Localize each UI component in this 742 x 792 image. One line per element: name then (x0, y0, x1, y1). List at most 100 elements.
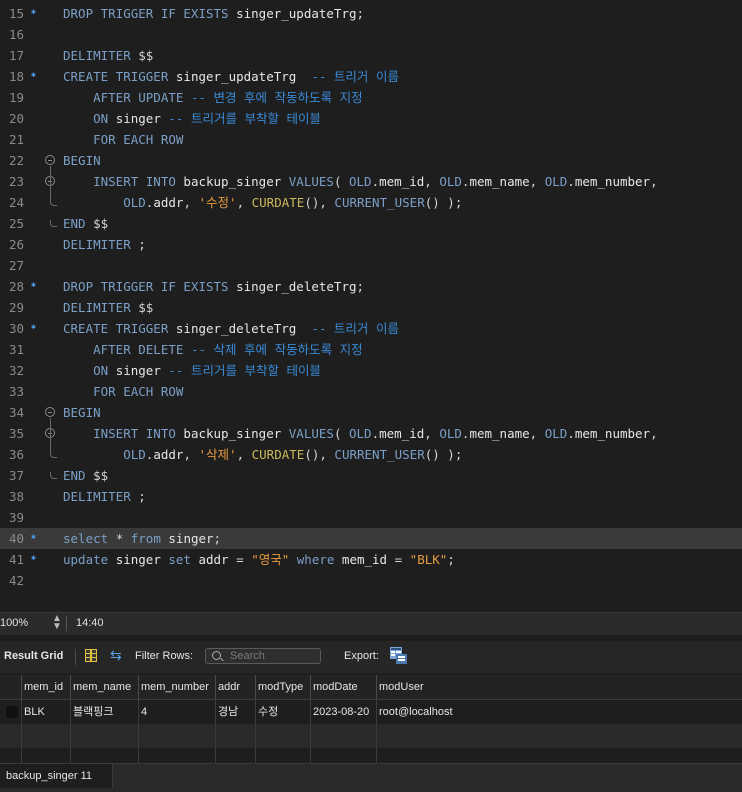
search-icon (212, 651, 221, 660)
filter-search-box[interactable] (205, 648, 321, 664)
code-line[interactable]: 27 (0, 255, 742, 276)
token: OLD (544, 174, 568, 189)
table-cell[interactable] (310, 724, 376, 748)
code-line[interactable]: 24 OLD.addr, '수정', CURDATE(), CURRENT_US… (0, 192, 742, 213)
token: , (236, 447, 252, 462)
code-line[interactable]: 34 BEGIN (0, 402, 742, 423)
code-line[interactable]: 17 DELIMITER $$ (0, 45, 742, 66)
code-line[interactable]: 36 OLD.addr, '삭제', CURDATE(), CURRENT_US… (0, 444, 742, 465)
line-number: 36 (8, 447, 24, 462)
table-cell[interactable] (255, 724, 310, 748)
table-cell[interactable]: 2023-08-20 (310, 700, 376, 724)
code-text: update singer set addr = "영국" where mem_… (63, 549, 455, 570)
code-text: OLD.addr, '삭제', CURDATE(), CURRENT_USER(… (63, 444, 462, 465)
table-cell[interactable] (138, 724, 215, 748)
row-selector[interactable] (6, 706, 18, 718)
code-line[interactable]: 18 CREATE TRIGGER singer_updateTrg -- 트리거… (0, 66, 742, 87)
code-line[interactable]: 29 DELIMITER $$ (0, 297, 742, 318)
code-line[interactable]: 30 CREATE TRIGGER singer_deleteTrg -- 트리거… (0, 318, 742, 339)
code-line[interactable]: 35 INSERT INTO backup_singer VALUES( OLD… (0, 423, 742, 444)
table-cell[interactable] (70, 724, 138, 748)
code-line[interactable]: 38 DELIMITER ; (0, 486, 742, 507)
table-row[interactable] (0, 724, 742, 748)
table-cell[interactable]: 경남 (215, 700, 255, 724)
token: BEGIN (63, 405, 101, 420)
token: . (371, 426, 380, 441)
statement-marker-icon[interactable] (31, 324, 38, 331)
code-line[interactable]: 39 (0, 507, 742, 528)
column-header-addr[interactable]: addr (215, 675, 255, 699)
column-header-modDate[interactable]: modDate (310, 675, 376, 699)
code-line[interactable]: 15 DROP TRIGGER IF EXISTS singer_updateTr… (0, 3, 742, 24)
token: -- 삭제 후에 작동하도록 지정 (190, 342, 363, 357)
code-line[interactable]: 23 INSERT INTO backup_singer VALUES( OLD… (0, 171, 742, 192)
statement-marker-icon[interactable] (31, 9, 38, 16)
column-header-mem-name[interactable]: mem_name (70, 675, 138, 699)
token: . (567, 426, 575, 441)
code-line[interactable]: 28 DROP TRIGGER IF EXISTS singer_deleteTr… (0, 276, 742, 297)
line-number: 42 (8, 573, 24, 588)
code-line[interactable]: 41 update singer set addr = "영국" where me… (0, 549, 742, 570)
line-number: 33 (8, 384, 24, 399)
filter-search-input[interactable] (230, 649, 318, 663)
refresh-icon[interactable]: ⇆ (110, 647, 122, 664)
column-header-mem-id[interactable]: mem_id (21, 675, 70, 699)
statement-marker-icon[interactable] (31, 534, 38, 541)
token: INSERT INTO (63, 174, 184, 189)
code-line[interactable]: 22 BEGIN (0, 150, 742, 171)
token: singer_updateTrg (236, 6, 357, 21)
code-line[interactable]: 25 END $$ (0, 213, 742, 234)
column-header-mem-number[interactable]: mem_number (138, 675, 215, 699)
table-cell[interactable]: 4 (138, 700, 215, 724)
result-grid-title[interactable]: Result Grid (4, 650, 63, 662)
grid-layout-icon[interactable] (85, 649, 97, 662)
token: DELIMITER (63, 489, 139, 504)
token: mem_id (379, 174, 425, 189)
table-row[interactable]: BLK 블랙핑크 4 경남 수정 2023-08-20 root@localhost (0, 700, 742, 724)
table-cell[interactable]: root@localhost (376, 700, 466, 724)
code-line[interactable]: 21 FOR EACH ROW (0, 129, 742, 150)
token: DELIMITER (63, 48, 139, 63)
sql-editor[interactable]: 15 DROP TRIGGER IF EXISTS singer_updateTr… (0, 0, 742, 612)
statement-marker-icon[interactable] (31, 72, 38, 79)
token: = (236, 552, 252, 567)
statement-marker-icon[interactable] (31, 282, 38, 289)
code-line[interactable]: 16 (0, 24, 742, 45)
code-line[interactable]: 37 END $$ (0, 465, 742, 486)
code-line[interactable]: 20 ON singer -- 트리거를 부착할 테이블 (0, 108, 742, 129)
token: ; (138, 489, 146, 504)
code-line[interactable]: 42 (0, 570, 742, 591)
column-header-modType[interactable]: modType (255, 675, 310, 699)
table-cell[interactable]: 수정 (255, 700, 310, 724)
code-text: END $$ (63, 465, 108, 486)
line-number: 17 (8, 48, 24, 63)
code-text: DELIMITER ; (63, 486, 146, 507)
result-grid[interactable]: mem_id mem_name mem_number addr modType modDa… (0, 675, 742, 772)
code-line[interactable]: 31 AFTER DELETE -- 삭제 후에 작동하도록 지정 (0, 339, 742, 360)
export-icon[interactable] (390, 647, 407, 664)
token: ; (356, 6, 365, 21)
column-header-modUser[interactable]: modUser (376, 675, 466, 699)
table-cell[interactable]: BLK (21, 700, 70, 724)
token: from (130, 531, 169, 546)
line-number: 21 (8, 132, 24, 147)
fold-toggle-icon[interactable] (45, 407, 55, 417)
fold-toggle-icon[interactable] (45, 155, 55, 165)
code-text: CREATE TRIGGER singer_deleteTrg -- 트리거 이… (63, 318, 399, 339)
zoom-level[interactable]: 100% (0, 617, 28, 629)
zoom-stepper-icon[interactable]: ▲ ▼ (52, 614, 62, 632)
token: ON (63, 363, 116, 378)
statement-marker-icon[interactable] (31, 555, 38, 562)
code-line[interactable]: 19 AFTER UPDATE -- 변경 후에 작동하도록 지정 (0, 87, 742, 108)
code-text: INSERT INTO backup_singer VALUES( OLD.me… (63, 423, 658, 444)
code-line[interactable]: 26 DELIMITER ; (0, 234, 742, 255)
tab-backup-singer[interactable]: backup_singer 11 (0, 764, 113, 788)
code-line[interactable]: 40 select * from singer; (0, 528, 742, 549)
code-line[interactable]: 32 ON singer -- 트리거를 부착할 테이블 (0, 360, 742, 381)
token: CURDATE (251, 195, 305, 210)
table-cell[interactable]: 블랙핑크 (70, 700, 138, 724)
code-line[interactable]: 33 FOR EACH ROW (0, 381, 742, 402)
table-cell[interactable] (21, 724, 70, 748)
table-cell[interactable] (376, 724, 466, 748)
table-cell[interactable] (215, 724, 255, 748)
